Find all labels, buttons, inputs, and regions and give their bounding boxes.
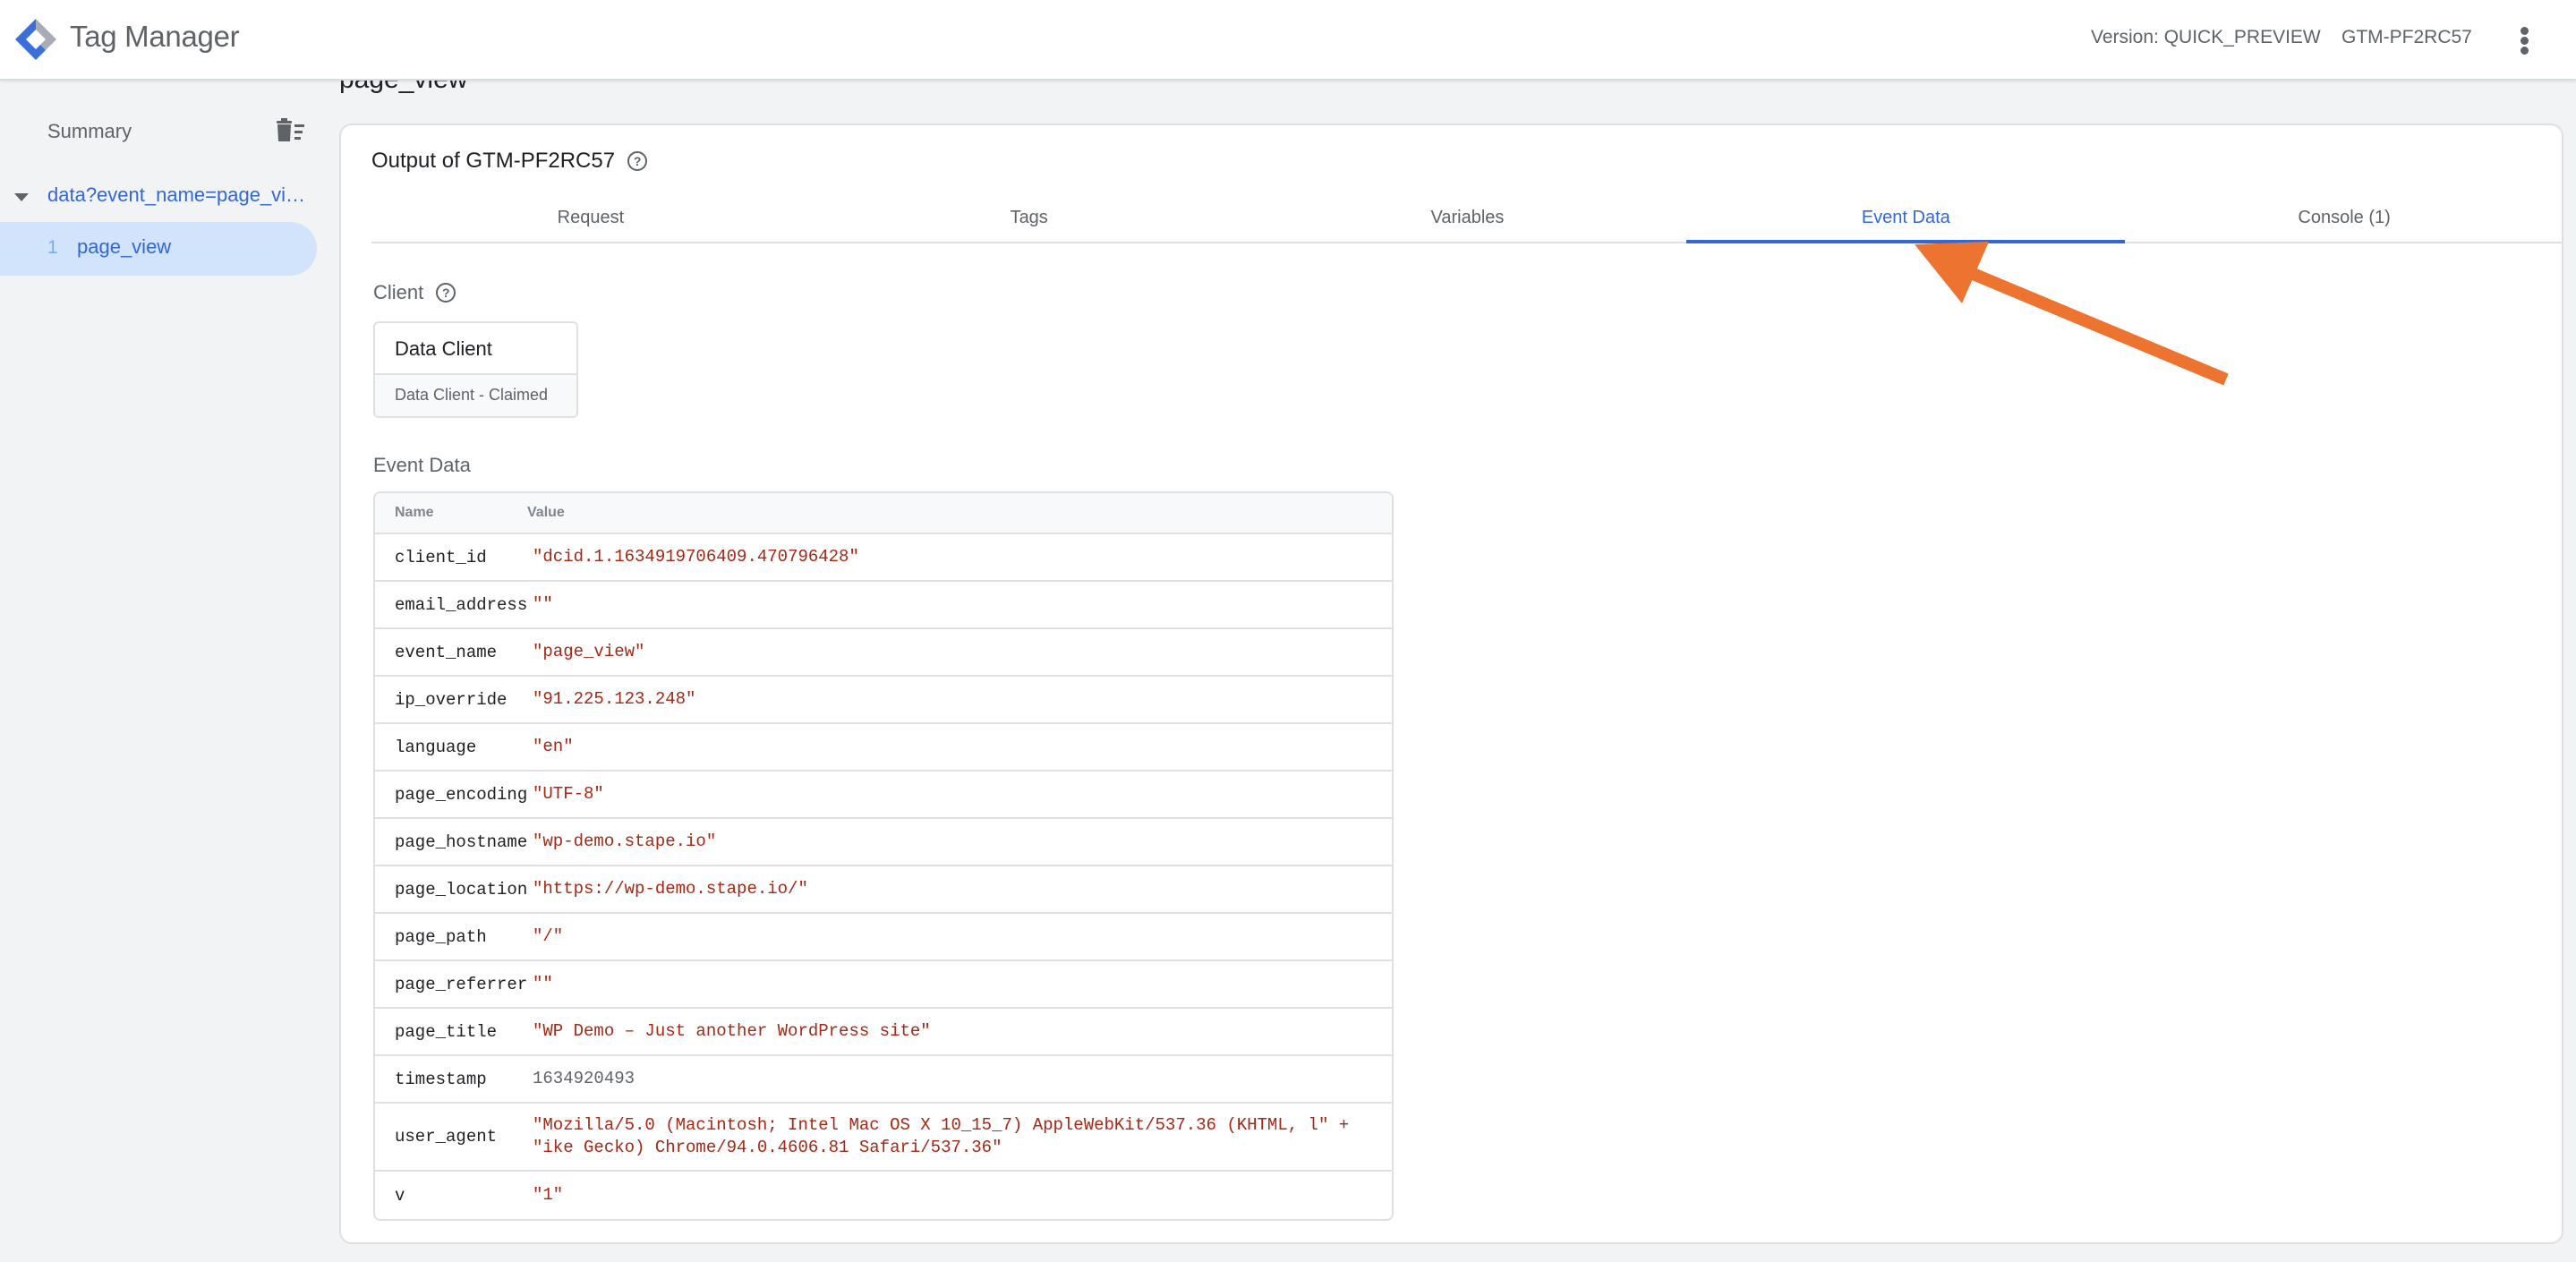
row-name: ip_override: [395, 689, 508, 710]
row-value: 1634920493: [533, 1069, 635, 1088]
tab-console[interactable]: Console (1): [2125, 193, 2563, 242]
help-icon[interactable]: ?: [436, 283, 456, 303]
row-value: "UTF-8": [533, 784, 604, 804]
table-row: ip_override "91.225.123.248": [375, 677, 1392, 724]
more-vert-icon[interactable]: [2513, 21, 2535, 59]
tab-variables[interactable]: Variables: [1249, 193, 1687, 242]
version-label: Version: QUICK_PREVIEW: [2091, 27, 2321, 47]
sidebar-event-group[interactable]: data?event_name=page_vi…: [0, 179, 322, 215]
client-section-label: Client ?: [373, 281, 456, 304]
table-row: page_path "/": [375, 914, 1392, 961]
row-value: "en": [533, 737, 574, 756]
app-title: Tag Manager: [70, 20, 240, 53]
table-row: event_name "page_view": [375, 629, 1392, 677]
table-row: page_title "WP Demo – Just another WordPr…: [375, 1009, 1392, 1056]
client-card[interactable]: Data Client Data Client - Claimed: [373, 321, 578, 418]
sidebar-summary[interactable]: Summary: [47, 120, 132, 143]
row-name: v: [395, 1185, 405, 1206]
event-group-label: data?event_name=page_vi…: [47, 183, 306, 206]
table-row: v "1": [375, 1172, 1392, 1219]
row-name: language: [395, 737, 477, 757]
tab-tags[interactable]: Tags: [810, 193, 1249, 242]
row-name: page_referrer: [395, 974, 528, 994]
row-name: page_hostname: [395, 831, 528, 852]
row-value: "91.225.123.248": [533, 689, 696, 709]
row-name: client_id: [395, 547, 487, 567]
row-value: "page_view": [533, 642, 645, 661]
column-header-value: Value: [527, 505, 565, 520]
client-name: Data Client: [375, 323, 576, 375]
event-data-table: Name Value client_id "dcid.1.163491970640…: [373, 491, 1394, 1221]
row-value: "Mozilla/5.0 (Macintosh; Intel Mac OS X …: [533, 1115, 1350, 1157]
row-name: email_address: [395, 594, 528, 615]
row-name: timestamp: [395, 1069, 487, 1089]
row-value: "": [533, 974, 553, 993]
row-value: "https://wp-demo.stape.io/": [533, 879, 808, 899]
row-name: page_encoding: [395, 784, 528, 805]
row-name: user_agent: [395, 1127, 498, 1147]
row-value: "dcid.1.1634919706409.470796428": [533, 547, 859, 567]
row-name: page_title: [395, 1021, 498, 1042]
output-title: Output of GTM-PF2RC57 ?: [371, 149, 648, 174]
sidebar: Summary data?event_name=page_vi… 1 page_…: [0, 81, 322, 1262]
row-value: "wp-demo.stape.io": [533, 831, 717, 851]
table-row: language "en": [375, 724, 1392, 772]
table-body: client_id "dcid.1.1634919706409.470796428…: [375, 534, 1392, 1219]
help-icon[interactable]: ?: [627, 151, 648, 171]
event-name: page_view: [77, 235, 172, 258]
tag-manager-logo-icon: [15, 19, 56, 60]
row-value: "/": [533, 926, 564, 946]
client-label-text: Client: [373, 281, 424, 303]
app-header: Tag Manager Version: QUICK_PREVIEW GTM-P…: [0, 0, 2576, 81]
table-row: user_agent "Mozilla/5.0 (Macintosh; Intel…: [375, 1104, 1392, 1172]
container-id: GTM-PF2RC57: [2341, 27, 2472, 47]
table-row: page_encoding "UTF-8": [375, 772, 1392, 819]
sidebar-event-item[interactable]: 1 page_view: [0, 222, 317, 276]
row-name: event_name: [395, 642, 498, 662]
tab-request[interactable]: Request: [371, 193, 810, 242]
output-tabs: Request Tags Variables Event Data Consol…: [371, 193, 2563, 243]
row-value: "": [533, 594, 553, 614]
output-card: Output of GTM-PF2RC57 ? Request Tags Var…: [339, 124, 2563, 1244]
table-row: page_location "https://wp-demo.stape.io/": [375, 866, 1392, 914]
event-data-section-label: Event Data: [373, 454, 471, 476]
caret-down-icon[interactable]: [14, 193, 29, 201]
table-row: page_referrer "": [375, 961, 1392, 1009]
column-header-name: Name: [395, 505, 434, 520]
client-status: Data Client - Claimed: [375, 375, 576, 416]
row-value: "WP Demo – Just another WordPress site": [533, 1021, 931, 1041]
table-header: Name Value: [375, 493, 1392, 534]
row-value: "1": [533, 1185, 564, 1205]
table-row: page_hostname "wp-demo.stape.io": [375, 819, 1392, 866]
table-row: timestamp 1634920493: [375, 1056, 1392, 1104]
table-row: client_id "dcid.1.1634919706409.470796428…: [375, 534, 1392, 582]
row-name: page_location: [395, 879, 528, 900]
row-name: page_path: [395, 926, 487, 947]
event-number: 1: [47, 237, 58, 258]
output-title-text: Output of GTM-PF2RC57: [371, 149, 616, 173]
tab-event-data[interactable]: Event Data: [1686, 193, 2125, 243]
delete-sweep-icon[interactable]: [274, 116, 306, 143]
table-row: email_address "": [375, 582, 1392, 629]
